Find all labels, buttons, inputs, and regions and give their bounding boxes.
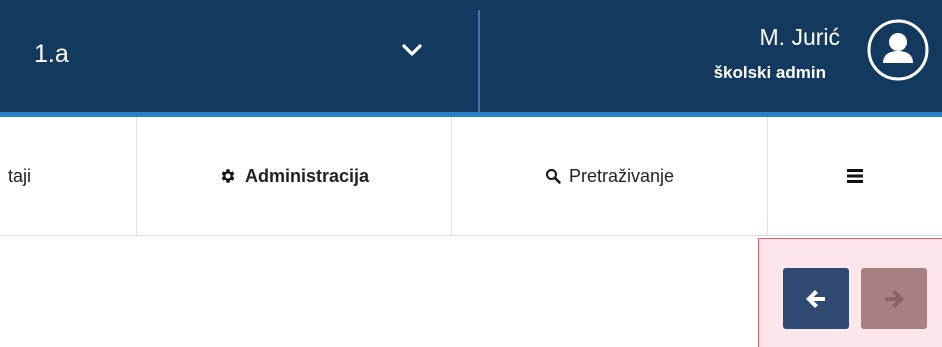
arrow-right-icon: [885, 289, 904, 308]
nav-item-administracija[interactable]: Administracija: [137, 117, 451, 235]
user-avatar-icon[interactable]: [866, 18, 930, 82]
nav-item-partial-label: taji: [8, 165, 32, 186]
header-divider: [478, 10, 480, 112]
arrow-left-icon: [806, 289, 825, 308]
hamburger-menu-icon: [847, 169, 863, 183]
nav-item-pretrazivanje-label: Pretraživanje: [568, 165, 675, 186]
user-name: M. Jurić: [759, 24, 841, 50]
nav-item-administracija-label: Administracija: [244, 165, 370, 186]
class-selector-value: 1.a: [34, 40, 69, 68]
nav-item-pretrazivanje[interactable]: Pretraživanje: [452, 117, 767, 235]
previous-button[interactable]: [783, 268, 849, 329]
chevron-down-icon: [402, 44, 422, 56]
user-role: školski admin: [713, 63, 826, 82]
pager-controls: [758, 238, 942, 347]
class-selector-dropdown[interactable]: 1.a: [0, 0, 478, 112]
nav-item-partial[interactable]: taji: [0, 117, 136, 235]
top-bar: 1.a M. Jurić školski admin: [0, 0, 942, 112]
nav-item-menu[interactable]: [768, 117, 942, 235]
search-icon: [545, 169, 561, 184]
gear-icon: [221, 169, 235, 183]
next-button[interactable]: [861, 268, 927, 329]
nav-bar: taji Administracija Pretraživanje: [0, 117, 942, 236]
